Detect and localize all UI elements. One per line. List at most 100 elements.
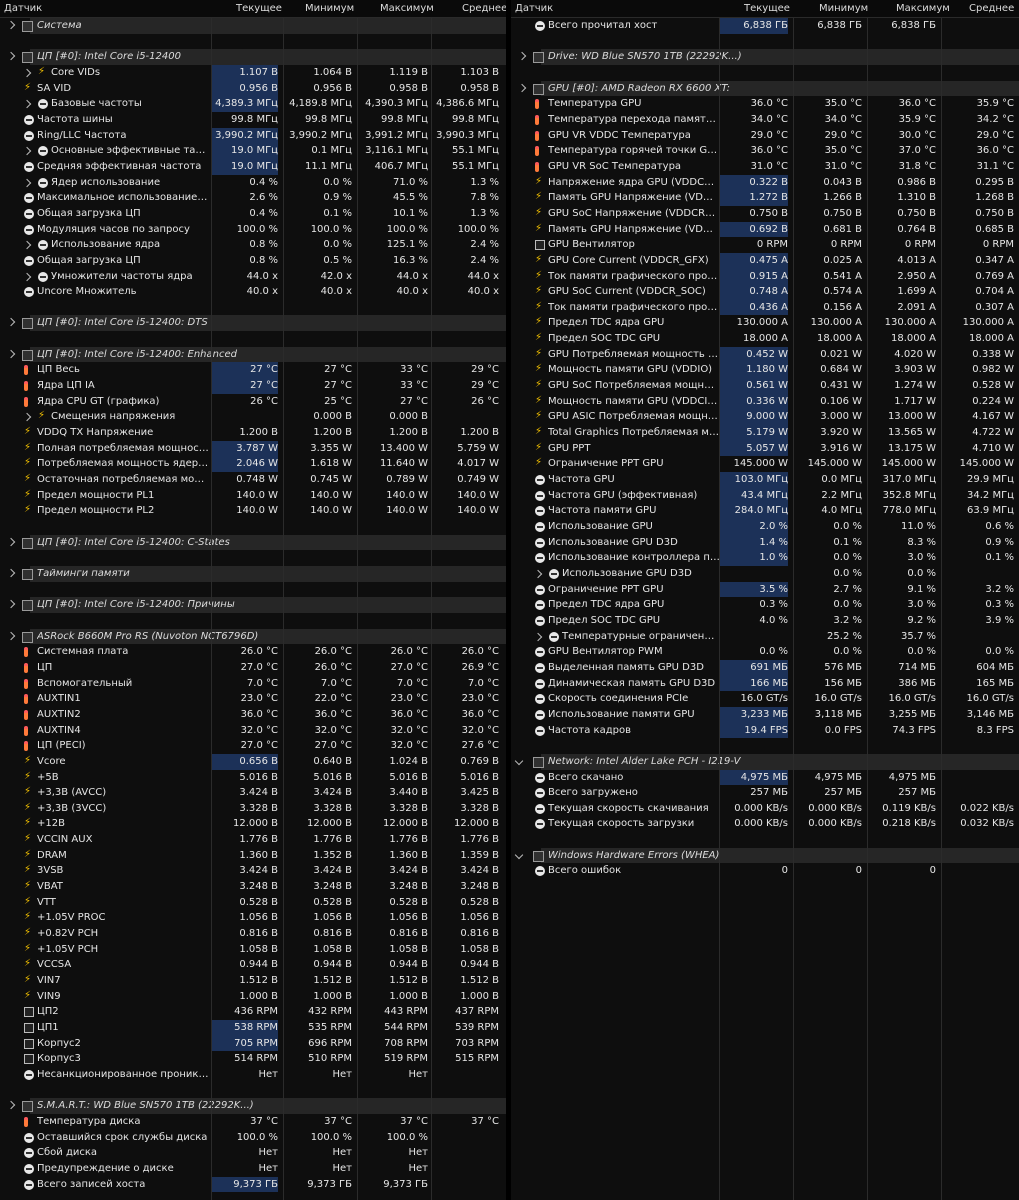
- chevron-right-icon[interactable]: [6, 20, 16, 30]
- chevron-right-icon[interactable]: [533, 632, 543, 641]
- value-min: 432 RPM: [308, 1006, 352, 1018]
- header-max[interactable]: Максимум: [380, 3, 434, 14]
- header-min[interactable]: Минимум: [305, 3, 354, 14]
- sensor-group-header[interactable]: GPU [#0]: AMD Radeon RX 6600 XT:: [511, 80, 1019, 97]
- sensor-row[interactable]: Использование GPU 2.0 % 0.0 % 11.0 % 0.6 %: [511, 519, 1019, 535]
- sensor-group-header[interactable]: Drive: WD Blue SN570 1TB (22292K...): [511, 49, 1019, 65]
- chevron-right-icon[interactable]: [22, 272, 32, 281]
- chevron-right-icon[interactable]: [22, 100, 32, 109]
- sensor-row[interactable]: ⚡ Предел SOC TDC GPU 18.000 A 18.000 A 18.00…: [511, 331, 1019, 347]
- sensor-row[interactable]: ⚡ Ток памяти графического процессора0.915…: [511, 268, 1019, 285]
- chevron-right-icon[interactable]: [6, 349, 16, 359]
- chevron-right-icon[interactable]: [6, 631, 16, 640]
- header-current[interactable]: Текущее: [744, 3, 790, 14]
- chevron-right-icon[interactable]: [22, 147, 32, 156]
- sensor-row[interactable]: ⚡ Предел TDC ядра GPU 130.000 A 130.000 A 13…: [511, 315, 1019, 331]
- chevron-right-icon[interactable]: [22, 240, 32, 250]
- value-max: 40.0 x: [396, 286, 428, 298]
- sensor-row[interactable]: GPU VR SoC Температура 31.0 °C 31.0 °C 31.8…: [511, 159, 1019, 175]
- sensor-row[interactable]: Ограничение PPT GPU 3.5 % 2.7 % 9.1 % 3.2 %: [511, 581, 1019, 598]
- header-avg[interactable]: Среднее: [462, 3, 506, 14]
- sensor-name: Uncore Множитель: [37, 286, 137, 298]
- sensor-row[interactable]: ⚡ Total Graphics Потребляемая мощность5.1…: [511, 425, 1019, 441]
- sensor-row[interactable]: Частота GPU 103.0 МГц 0.0 МГц 317.0 МГц 29.9…: [511, 472, 1019, 488]
- sensor-row[interactable]: Предел SOC TDC GPU 4.0 % 3.2 % 9.2 % 3.9 %: [511, 613, 1019, 629]
- sensor-row[interactable]: Использование GPU D3D 1.4 % 0.1 % 8.3 % 0.9 …: [511, 534, 1019, 551]
- sensor-row[interactable]: Всего скачано 4,975 МБ 4,975 МБ 4,975 МБ: [511, 769, 1019, 786]
- chevron-right-icon[interactable]: [6, 52, 16, 61]
- value-current: 0.561 W: [720, 378, 788, 394]
- header-min[interactable]: Минимум: [819, 3, 868, 14]
- sensor-row[interactable]: Всего ошибок 0 0 0: [511, 863, 1019, 879]
- sensor-row[interactable]: Частота кадров 19.4 FPS 0.0 FPS 74.3 FPS 8.3…: [511, 722, 1019, 739]
- value-max: 0.0 %: [907, 567, 936, 579]
- chevron-right-icon[interactable]: [6, 600, 16, 609]
- header-avg[interactable]: Среднее: [969, 3, 1014, 14]
- sensor-row[interactable]: Использование памяти GPU 3,233 МБ 3,118 МБ…: [511, 706, 1019, 723]
- header-sensor[interactable]: Датчик: [4, 3, 42, 14]
- sensor-row[interactable]: Всего загружено 257 МБ 257 МБ 257 МБ: [511, 785, 1019, 801]
- sensor-row[interactable]: Текущая скорость скачивания 0.000 KB/s 0.0…: [511, 801, 1019, 817]
- sensor-row[interactable]: Текущая скорость загрузки 0.000 KB/s 0.000…: [511, 816, 1019, 832]
- sensor-row[interactable]: Выделенная память GPU D3D 691 МБ 576 МБ 714…: [511, 659, 1019, 676]
- header-max[interactable]: Максимум: [896, 3, 950, 14]
- sensor-row[interactable]: Предел TDC ядра GPU 0.3 % 0.0 % 3.0 % 0.3 %: [511, 597, 1019, 613]
- value-max: 9.2 %: [907, 614, 936, 626]
- sensor-row[interactable]: Температура GPU 36.0 °C 35.0 °C 36.0 °C 35.9…: [511, 96, 1019, 112]
- value-current: 26.0 °C: [240, 646, 278, 658]
- sensor-row[interactable]: GPU Вентилятор 0 RPM 0 RPM 0 RPM 0 RPM: [511, 237, 1019, 253]
- sensor-row[interactable]: ⚡ Ограничение PPT GPU 145.000 W 145.000 W 14…: [511, 456, 1019, 472]
- sensor-row[interactable]: Температурные ограничения GPU 25.2 % 35.7 …: [511, 629, 1019, 645]
- clock-icon: [38, 240, 48, 251]
- sensor-row[interactable]: ⚡ Память GPU Напряжение (VDDIO) 1.272 В 1.2…: [511, 190, 1019, 206]
- value-max: 1.699 A: [897, 286, 936, 298]
- sensor-name: Максимальное использование ЦП / поток: [37, 192, 209, 204]
- sensor-row[interactable]: ⚡ GPU SoC Current (VDDCR_SOC) 0.748 A 0.574…: [511, 284, 1019, 300]
- sensor-row[interactable]: ⚡ GPU Потребляемая мощность ядра 0.452 W 0.…: [511, 346, 1019, 363]
- header-sensor[interactable]: Датчик: [515, 3, 553, 14]
- sensor-list: Всего прочитал хост 6,838 ГБ 6,838 ГБ 6,838…: [511, 18, 1019, 1200]
- sensor-row[interactable]: ⚡ GPU SoC Потребляемая мощность 0.561 W 0.4…: [511, 378, 1019, 394]
- sensor-row[interactable]: Всего прочитал хост 6,838 ГБ 6,838 ГБ 6,838…: [511, 18, 1019, 34]
- sensor-row[interactable]: ⚡ Память GPU Напряжение (VDDCI_MEM)0.692 …: [511, 221, 1019, 238]
- sensor-row[interactable]: Использование GPU D3D 0.0 % 0.0 %: [511, 566, 1019, 582]
- sensor-group-header[interactable]: Network: Intel Alder Lake PCH - I219-V: [511, 753, 1019, 770]
- sensor-row[interactable]: GPU VR VDDC Температура 29.0 °C 29.0 °C 30.…: [511, 128, 1019, 144]
- value-avg: 29.9 МГц: [967, 474, 1014, 486]
- chevron-right-icon[interactable]: [22, 68, 32, 78]
- sensor-row[interactable]: Динамическая память GPU D3D 166 МБ 156 МБ 3…: [511, 675, 1019, 692]
- chevron-right-icon[interactable]: [6, 318, 16, 327]
- sensor-row[interactable]: ⚡ GPU Core Current (VDDCR_GFX) 0.475 A 0.02…: [511, 252, 1019, 269]
- chevron-down-icon[interactable]: [514, 756, 524, 766]
- sensor-row[interactable]: Температура перехода памяти GPU 34.0 °C 34…: [511, 112, 1019, 128]
- chevron-right-icon[interactable]: [6, 537, 16, 546]
- value-min: 26.0 °C: [314, 646, 352, 658]
- value-max: Нет: [408, 1162, 429, 1174]
- value-avg: 63.9 МГц: [967, 505, 1014, 517]
- sensor-row[interactable]: Частота памяти GPU 284.0 МГц 4.0 МГц 778.0 …: [511, 503, 1019, 519]
- sensor-row[interactable]: Использование контроллера памяти GPU1.0 …: [511, 550, 1019, 566]
- chevron-right-icon[interactable]: [517, 83, 527, 92]
- chevron-right-icon[interactable]: [6, 568, 16, 578]
- chevron-down-icon[interactable]: [514, 850, 524, 860]
- sensor-row[interactable]: ⚡ Ток памяти графического процессора0.436…: [511, 299, 1019, 316]
- chevron-right-icon[interactable]: [533, 569, 543, 579]
- sensor-row[interactable]: ⚡ GPU ASIC Потребляемая мощность 9.000 W 3.…: [511, 409, 1019, 426]
- sensor-group-header[interactable]: Windows Hardware Errors (WHEA): [511, 847, 1019, 864]
- sensor-row[interactable]: Скорость соединения PCIe 16.0 GT/s 16.0 GT…: [511, 691, 1019, 707]
- sensor-row[interactable]: ⚡ GPU SoC Напряжение (VDDCR_SOC) 0.750 В 0.…: [511, 206, 1019, 222]
- chevron-right-icon[interactable]: [22, 178, 32, 187]
- sensor-row[interactable]: ⚡ Мощность памяти GPU (VDDCI_MEM)0.336 W 0…: [511, 393, 1019, 410]
- sensor-row[interactable]: Частота GPU (эффективная) 43.4 МГц 2.2 МГц…: [511, 487, 1019, 504]
- value-max: 3.903 W: [894, 364, 936, 376]
- header-current[interactable]: Текущее: [236, 3, 282, 14]
- sensor-row[interactable]: ⚡ GPU PPT 5.057 W 3.916 W 13.175 W 4.710 W: [511, 440, 1019, 457]
- sensor-name: Ток памяти графического процессора: [548, 301, 720, 313]
- sensor-row[interactable]: ⚡ Мощность памяти GPU (VDDIO) 1.180 W 0.684…: [511, 362, 1019, 379]
- sensor-row[interactable]: ⚡ Напряжение ядра GPU (VDDCR_GFX)0.322 В 0…: [511, 174, 1019, 191]
- sensor-row[interactable]: GPU Вентилятор PWM 0.0 % 0.0 % 0.0 % 0.0 %: [511, 644, 1019, 660]
- chevron-right-icon[interactable]: [22, 413, 32, 422]
- chevron-right-icon[interactable]: [6, 1101, 16, 1110]
- chevron-right-icon[interactable]: [517, 52, 527, 61]
- sensor-row[interactable]: Температура горячей точки GPU 36.0 °C 35.0…: [511, 143, 1019, 159]
